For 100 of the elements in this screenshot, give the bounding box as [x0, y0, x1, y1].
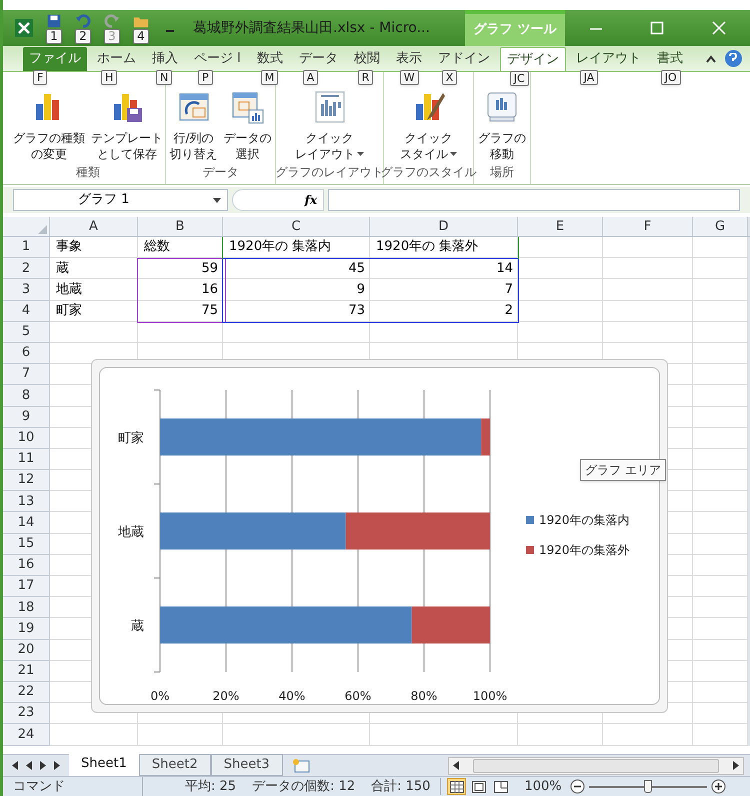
close-icon[interactable] — [712, 21, 726, 35]
zoom-slider-thumb[interactable] — [644, 780, 652, 792]
keytip: M — [260, 70, 278, 86]
keytip: X — [442, 70, 458, 86]
save-icon[interactable] — [46, 12, 62, 28]
mode-text: コマンド — [13, 776, 143, 796]
keytip: R — [358, 70, 374, 86]
row-header[interactable]: 24 — [3, 724, 50, 746]
ribbon-tab[interactable]: 表示 — [390, 47, 428, 71]
row-header[interactable]: 17 — [3, 576, 50, 598]
keytip: 1 — [46, 28, 62, 44]
excel-logo-icon[interactable] — [15, 19, 33, 37]
row-header[interactable]: 22 — [3, 682, 50, 704]
axis-tick-label: 20% — [212, 689, 240, 703]
table-cell: 1920年の 集落外 — [370, 237, 518, 258]
ribbon-tab[interactable]: アドイン — [432, 47, 496, 71]
column-header[interactable]: F — [603, 217, 693, 236]
collapse-ribbon-icon[interactable] — [704, 54, 717, 64]
table-cell: 9 — [223, 279, 370, 301]
zoom-in-icon[interactable] — [710, 779, 726, 794]
ribbon-button[interactable]: テンプレート として保存 — [90, 90, 164, 162]
ribbon-tab[interactable]: 校閲 — [348, 47, 386, 71]
row-header[interactable]: 15 — [3, 534, 50, 555]
keytip: P — [198, 70, 213, 86]
scrollbar-thumb[interactable] — [473, 758, 719, 772]
ribbon-button[interactable]: データの 選択 — [222, 90, 272, 162]
table-cell: 73 — [223, 300, 370, 322]
ribbon-tab[interactable]: ファイル — [23, 47, 87, 71]
table-cell: 総数 — [138, 237, 223, 258]
ribbon-tab[interactable]: 挿入 — [146, 47, 184, 71]
table-cell: 町家 — [50, 300, 138, 322]
new-sheet-icon[interactable] — [290, 758, 311, 774]
view-button[interactable] — [469, 778, 488, 795]
ribbon-tab[interactable]: ホーム — [91, 47, 142, 71]
ribbon-button[interactable]: 行/列の 切り替え — [168, 90, 218, 162]
scroll-left-icon[interactable] — [453, 761, 459, 770]
column-header[interactable]: D — [370, 217, 518, 236]
sum-text: 合計: 150 — [371, 778, 430, 796]
zoom-out-icon[interactable] — [570, 779, 585, 794]
ribbon-tab[interactable]: ページ l — [188, 47, 247, 71]
table-cell: 16 — [138, 279, 223, 301]
column-header[interactable]: E — [518, 217, 603, 236]
table-cell: 蔵 — [50, 258, 138, 280]
help-icon[interactable] — [724, 50, 742, 67]
view-button[interactable] — [491, 778, 510, 795]
horizontal-scrollbar[interactable] — [448, 756, 744, 774]
keytip: H — [101, 70, 118, 86]
ribbon-tab[interactable]: データ — [292, 47, 344, 71]
keytip: JA — [580, 70, 598, 86]
group-label: グラフのスタイル — [380, 164, 476, 181]
keytip: F — [33, 70, 48, 86]
context-tab-header: グラフ ツール — [465, 10, 565, 46]
ribbon-button[interactable]: グラフの 移動 — [477, 90, 527, 162]
row-header[interactable]: 6 — [3, 342, 50, 364]
row-header[interactable]: 13 — [3, 491, 50, 512]
sheet-tab[interactable]: Sheet1 — [69, 754, 139, 776]
row-header[interactable]: 12 — [3, 470, 50, 492]
row-header[interactable]: 21 — [3, 660, 50, 682]
row-header[interactable]: 18 — [3, 597, 50, 618]
row-header[interactable]: 7 — [3, 364, 50, 386]
ribbon-tab[interactable]: 数式 — [250, 47, 289, 71]
row-header[interactable]: 2 — [3, 258, 50, 280]
row-header[interactable]: 20 — [3, 640, 50, 661]
axis-tick-label: 80% — [410, 689, 438, 703]
zoom-slider-track[interactable] — [588, 780, 707, 794]
formula-input[interactable] — [328, 189, 740, 211]
table-chart-icon — [230, 90, 264, 124]
insert-function-button[interactable]: fx — [232, 189, 324, 211]
scroll-right-icon[interactable] — [733, 761, 739, 770]
ribbon-tab[interactable]: デザイン — [500, 47, 566, 71]
maximize-icon[interactable] — [650, 21, 664, 35]
ribbon-button[interactable]: クイック スタイル — [399, 90, 458, 162]
name-box[interactable]: グラフ 1 — [13, 189, 228, 211]
ribbon-tab[interactable]: 書式 — [650, 47, 689, 71]
row-header[interactable]: 5 — [3, 322, 50, 343]
column-header[interactable]: B — [138, 217, 223, 236]
column-header[interactable]: A — [50, 217, 138, 236]
axis-tick-label: 40% — [278, 689, 306, 703]
row-header[interactable]: 3 — [3, 279, 50, 301]
row-header[interactable]: 4 — [3, 300, 50, 322]
zoom-level[interactable]: 100% — [524, 776, 562, 796]
column-header[interactable]: C — [223, 217, 370, 236]
ribbon-tab[interactable]: レイアウト — [570, 47, 647, 71]
row-header[interactable]: 23 — [3, 703, 50, 724]
group-label: データ — [202, 164, 238, 181]
row-header[interactable]: 10 — [3, 428, 50, 449]
table-cell: 事象 — [50, 237, 138, 258]
ribbon-button[interactable]: クイック レイアウト — [294, 90, 365, 162]
sheet-tab[interactable]: Sheet3 — [210, 754, 283, 776]
row-header[interactable]: 16 — [3, 554, 50, 576]
row-header[interactable]: 14 — [3, 512, 50, 534]
view-button[interactable] — [447, 778, 466, 795]
ribbon-button[interactable]: グラフの種類 の変更 — [12, 90, 86, 162]
row-header[interactable]: 9 — [3, 406, 50, 428]
row-header[interactable]: 8 — [3, 385, 50, 406]
row-header[interactable]: 19 — [3, 618, 50, 640]
sheet-tab[interactable]: Sheet2 — [138, 754, 211, 776]
row-header[interactable]: 1 — [3, 237, 50, 258]
row-header[interactable]: 11 — [3, 448, 50, 470]
chart-area[interactable]: 町家 地蔵 蔵 0% 20% 40% 60% 80% 100% グラフ エリア 1920年の集落内 1920年の集落外 — [91, 359, 668, 713]
